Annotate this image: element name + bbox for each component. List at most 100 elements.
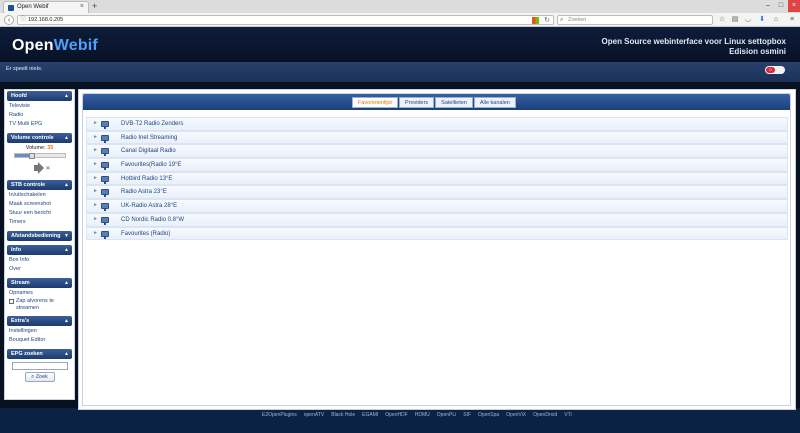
sidebar-item-settings[interactable]: Instellingen — [9, 327, 70, 336]
volume-value: 35 — [47, 145, 54, 151]
tab-satellieten[interactable]: Satellieten — [435, 97, 473, 108]
footer-link[interactable]: Black Hole — [331, 412, 355, 418]
epg-search-button[interactable]: ⌕ Zoek — [24, 372, 55, 382]
collapse-icon[interactable]: ▲ — [64, 316, 69, 326]
expand-arrow-icon[interactable]: ► — [93, 188, 98, 194]
site-info-icon[interactable]: ⓘ — [20, 16, 26, 25]
section-info-header[interactable]: Info ▲ — [7, 245, 72, 255]
footer-link[interactable]: OpenPLi — [437, 412, 456, 418]
sidebar-item-power[interactable]: In/uitschakelen — [9, 191, 70, 200]
expand-icon[interactable]: ▼ — [64, 231, 69, 241]
sidebar-item-box-info[interactable]: Box Info — [9, 256, 70, 265]
collapse-icon[interactable]: ▲ — [64, 278, 69, 288]
collapse-icon[interactable]: ▲ — [64, 180, 69, 190]
tab-favorietenlijst[interactable]: Favorietenlijst — [352, 97, 398, 108]
collapse-icon[interactable]: ▲ — [64, 91, 69, 101]
bouquet-row[interactable]: ► Favourites (Radio) — [86, 226, 788, 241]
epg-search-button-label: Zoek — [35, 374, 48, 380]
footer-link[interactable]: E2OpenPlugins — [262, 412, 297, 418]
maximize-window-button[interactable]: □ — [775, 0, 787, 12]
footer-link[interactable]: HDMU — [415, 412, 430, 418]
minimize-window-button[interactable]: – — [762, 0, 774, 12]
section-stb-header[interactable]: STB controle ▲ — [7, 180, 72, 190]
download-icon[interactable]: ⬇ — [757, 15, 767, 25]
section-epg-header[interactable]: EPG zoeken ▲ — [7, 349, 72, 359]
expand-arrow-icon[interactable]: ► — [93, 202, 98, 208]
expand-arrow-icon[interactable]: ► — [93, 175, 98, 181]
section-hoofd-header[interactable]: Hoofd ▲ — [7, 91, 72, 101]
tagline-line-1: Open Source webinterface voor Linux sett… — [601, 37, 786, 46]
collapse-icon[interactable]: ▲ — [64, 245, 69, 255]
expand-arrow-icon[interactable]: ► — [93, 216, 98, 222]
bouquet-row[interactable]: ► Radio Inet Streaming — [86, 130, 788, 145]
section-title: Info — [11, 247, 22, 253]
bouquet-row[interactable]: ► Canal Digitaal Radio — [86, 144, 788, 159]
sidebar-item-televisie[interactable]: Televisie — [9, 102, 70, 111]
bouquet-row[interactable]: ► UK-Radio Astra 28°E — [86, 199, 788, 213]
sidebar-item-recordings[interactable]: Opnames — [9, 289, 70, 298]
sidebar-item-timers[interactable]: Timers — [9, 218, 70, 227]
power-toggle[interactable]: 0 — [765, 66, 785, 74]
footer-link[interactable]: EGAMI — [362, 412, 378, 418]
sidebar-item-send-message[interactable]: Stuur een bericht — [9, 209, 70, 218]
footer-link[interactable]: OpenViX — [506, 412, 526, 418]
tab-alle-kanalen[interactable]: Alle kanalen — [473, 97, 516, 108]
new-tab-button[interactable]: + — [92, 1, 97, 11]
bouquet-row[interactable]: ► CD Nordic Radio 0.8°W — [86, 212, 788, 227]
volume-slider-handle[interactable] — [29, 153, 35, 159]
bouquet-row[interactable]: ► Hotbird Radio 13°E — [86, 171, 788, 186]
library-icon[interactable]: ▤ — [730, 15, 740, 25]
expand-arrow-icon[interactable]: ► — [93, 230, 98, 236]
footer-link[interactable]: OpenHDF — [385, 412, 408, 418]
browser-tab[interactable]: Open Webif × — [3, 1, 89, 13]
section-volume-header[interactable]: Volume controle ▲ — [7, 133, 72, 143]
pocket-icon[interactable]: ◡ — [743, 15, 753, 25]
volume-label-text: Volume: — [25, 145, 46, 151]
menu-icon[interactable]: ≡ — [787, 15, 797, 25]
zap-before-stream-checkbox[interactable] — [9, 299, 14, 304]
bouquet-panel: Favorietenlijst Providers Satellieten Al… — [82, 93, 791, 406]
close-tab-icon[interactable]: × — [80, 3, 84, 10]
footer-link[interactable]: OpenSpa — [478, 412, 499, 418]
expand-arrow-icon[interactable]: ► — [93, 120, 98, 126]
sidebar-item-about[interactable]: Over — [9, 265, 70, 274]
footer-link[interactable]: SIF — [463, 412, 471, 418]
collapse-icon[interactable]: ▲ — [64, 133, 69, 143]
bookmark-star-icon[interactable]: ☆ — [717, 15, 727, 25]
reload-icon[interactable]: ↻ — [544, 16, 550, 25]
mute-button[interactable]: ✕ — [29, 161, 51, 175]
collapse-icon[interactable]: ▲ — [64, 349, 69, 359]
expand-arrow-icon[interactable]: ► — [93, 161, 98, 167]
section-remote-header[interactable]: Afstandsbediening ▼ — [7, 231, 72, 241]
epg-search-input[interactable] — [11, 362, 68, 370]
section-title: Extra's — [11, 318, 30, 324]
close-window-button[interactable]: × — [788, 0, 800, 12]
bouquet-icon — [101, 134, 109, 143]
section-stream-header[interactable]: Stream ▲ — [7, 278, 72, 288]
sidebar-item-screenshot[interactable]: Maak screenshot — [9, 200, 70, 209]
footer-link[interactable]: openATV — [304, 412, 324, 418]
bouquet-row[interactable]: ► Favourites(Radio 19°E — [86, 158, 788, 172]
expand-arrow-icon[interactable]: ► — [93, 134, 98, 140]
zap-before-stream-label: Zap alvorens te streamen — [16, 298, 54, 311]
extension-icon[interactable] — [532, 17, 539, 24]
sidebar-item-radio[interactable]: Radio — [9, 111, 70, 120]
browser-search-input[interactable]: ⌕ Zoeken — [557, 15, 713, 25]
sidebar-item-tv-multi-epg[interactable]: TV Multi EPG — [9, 120, 70, 129]
section-title: EPG zoeken — [11, 351, 43, 357]
tab-providers[interactable]: Providers — [398, 97, 435, 108]
openwebif-logo[interactable]: OpenWebif — [12, 37, 98, 55]
section-extras-header[interactable]: Extra's ▲ — [7, 316, 72, 326]
volume-slider[interactable] — [13, 153, 66, 159]
sidebar-item-bouquet-editor[interactable]: Bouquet Editor — [9, 336, 70, 345]
footer-link[interactable]: VTi — [564, 412, 571, 418]
box-model: Edision osmini — [729, 47, 786, 56]
browser-tab-title: Open Webif — [17, 4, 49, 10]
address-bar[interactable]: ⓘ 192.168.0.205 ↻ — [17, 15, 554, 25]
bouquet-row[interactable]: ► Radio Astra 23°E — [86, 185, 788, 200]
home-icon[interactable]: ⌂ — [771, 15, 781, 25]
bouquet-row[interactable]: ► DVB-T2 Radio Zenders — [86, 117, 788, 131]
footer-link[interactable]: OpenDroid — [533, 412, 557, 418]
back-button[interactable]: ‹ — [4, 15, 14, 25]
expand-arrow-icon[interactable]: ► — [93, 147, 98, 153]
